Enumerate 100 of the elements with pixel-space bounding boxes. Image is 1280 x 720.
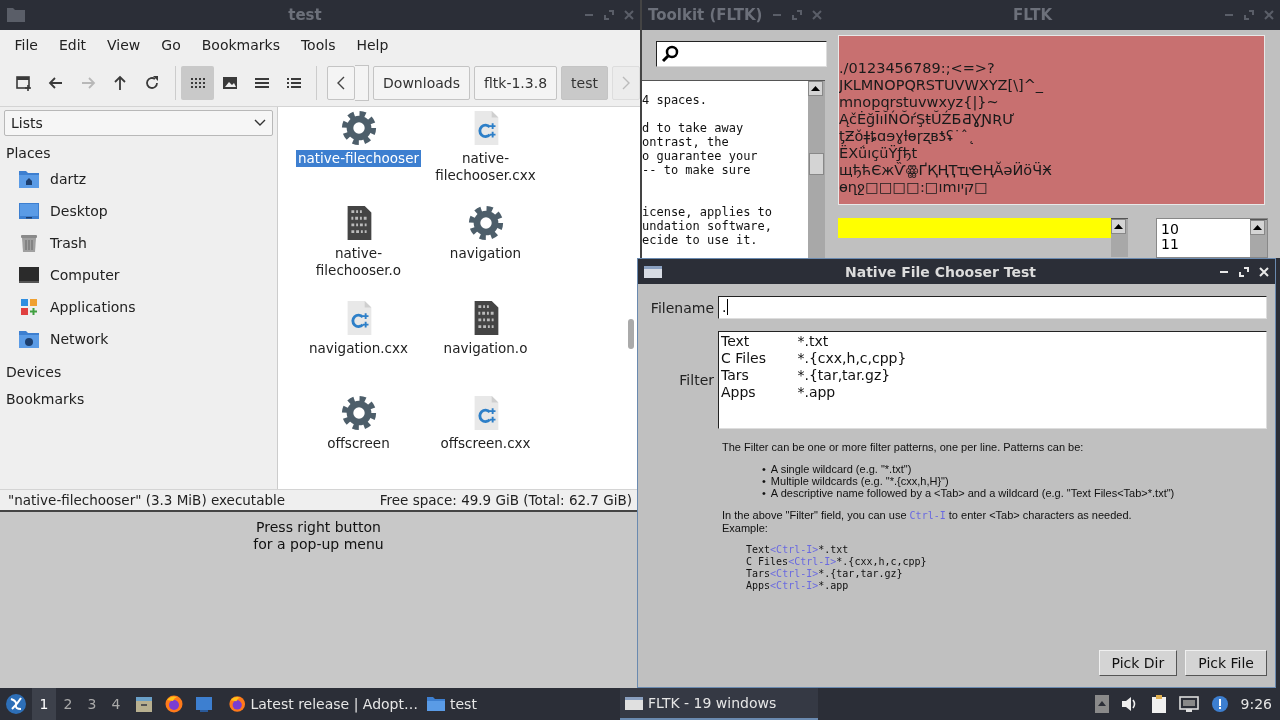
notification-icon[interactable]: [1210, 695, 1229, 713]
text-line: ontrast, the: [642, 135, 729, 149]
grid-view-icon: [189, 75, 206, 91]
list-view-icon: [253, 75, 270, 91]
network-icon[interactable]: [1178, 695, 1199, 713]
free-space: Free space: 49.9 GiB (Total: 62.7 GiB): [379, 492, 632, 508]
desktop-icon[interactable]: [194, 694, 214, 714]
filename-field[interactable]: .: [718, 296, 1267, 319]
scroll-up-icon[interactable]: [1114, 224, 1123, 229]
glyph-line: ɵղջ□□□□:□ımקיו□: [839, 179, 988, 195]
place-item[interactable]: Applications: [50, 299, 136, 315]
menu-item[interactable]: View: [96, 33, 151, 57]
place-item[interactable]: Trash: [50, 235, 87, 251]
menu-item[interactable]: Help: [345, 33, 399, 57]
window-title: Toolkit (FLTK): [648, 6, 763, 24]
gear-icon: [466, 204, 505, 242]
example-line: Text<Ctrl-I>*.txt: [746, 544, 849, 555]
path-button[interactable]: Downloads: [373, 66, 470, 100]
place-item[interactable]: Computer: [50, 267, 120, 283]
glyph-line: ĄčĖğĪıĬŃŎŕŞŧŬŹƂƋƔƝƦƯ: [839, 111, 1015, 127]
place-item[interactable]: Network: [50, 331, 109, 347]
help-text: The Filter can be one or more filter patterns, one per line. Patterns can be:: [722, 441, 1085, 453]
menu-item[interactable]: Edit: [48, 33, 97, 57]
workspace-button[interactable]: 2: [56, 688, 80, 720]
file-name[interactable]: native-filechooser: [296, 150, 421, 167]
home-folder-icon: [18, 169, 40, 189]
window-title: test: [288, 6, 322, 24]
search-icon: [661, 45, 679, 63]
section-heading: Places: [5, 144, 52, 163]
hint-text: Press right button for a pop-up menu: [253, 519, 384, 554]
dialog-button[interactable]: Pick File: [1185, 650, 1267, 676]
browser-icon[interactable]: [228, 694, 247, 714]
side-pane-dropdown[interactable]: Lists: [4, 110, 273, 136]
menu-item[interactable]: Tools: [290, 33, 346, 57]
section-heading: Devices: [5, 363, 63, 382]
file-name[interactable]: offscreen: [325, 435, 392, 452]
monitor-icon: [18, 265, 40, 285]
scroll-up-icon[interactable]: [1253, 225, 1262, 230]
path-button[interactable]: test: [561, 66, 608, 100]
scrollbar-thumb[interactable]: [628, 319, 634, 349]
text-line: icense, applies to: [642, 205, 773, 219]
new-window-icon: [16, 75, 33, 91]
place-item[interactable]: Desktop: [50, 203, 108, 219]
browser-icon[interactable]: [164, 694, 184, 714]
scrollbar[interactable]: [1250, 219, 1267, 257]
toolbar-button[interactable]: [181, 66, 214, 100]
file-cabinet-icon[interactable]: [134, 694, 154, 714]
scrollbar[interactable]: [1111, 218, 1128, 257]
example-line: Apps<Ctrl-I>*.app: [746, 580, 849, 591]
text-line: undation software,: [642, 219, 773, 233]
file-name[interactable]: navigation: [447, 245, 524, 262]
workspace-button[interactable]: 3: [80, 688, 104, 720]
clipboard-icon[interactable]: [1150, 694, 1167, 714]
popup-area[interactable]: Press right button for a pop-up menu: [0, 510, 637, 688]
scrollbar[interactable]: [808, 80, 825, 258]
help-bullet: A descriptive name followed by a <Tab> and a wildcard (e.g. "Text Files<Tab>*.txt"): [770, 487, 1175, 499]
file-name[interactable]: native-filechooser.cxx: [422, 150, 549, 184]
help-bullet: Multiple wildcards (e.g. "*.{cxx,h,H}"): [770, 475, 949, 487]
taskbar-button[interactable]: FLTK - 19 windows: [620, 688, 818, 720]
glyph-line: ./0123456789:;<=>?: [839, 60, 995, 76]
applications-icon: [18, 297, 40, 317]
chevron-right-icon: [621, 76, 630, 90]
example-line: C Files<Ctrl-I>*.{cxx,h,c,cpp}: [746, 556, 927, 567]
trash-icon: [18, 233, 40, 253]
section-heading: Bookmarks: [5, 390, 86, 409]
back-arrow-icon: [48, 75, 65, 91]
help-bullet: A single wildcard (e.g. "*.txt"): [770, 463, 912, 475]
text-line: o guarantee your: [642, 149, 758, 163]
taskbar-button[interactable]: test: [422, 688, 620, 720]
taskbar-button[interactable]: Latest release | Adopt…: [224, 688, 422, 720]
search-field[interactable]: [656, 41, 827, 67]
menu-item[interactable]: Bookmarks: [191, 33, 291, 57]
file-name[interactable]: offscreen.cxx: [438, 435, 533, 452]
window-title: FLTK: [1012, 6, 1053, 24]
path-button[interactable]: fltk-1.3.8: [473, 66, 558, 100]
glyph-line: JKLMNOPQRSTUVWXYZ[\]^_: [839, 77, 1044, 93]
selection-info: "native-filechooser" (3.3 MiB) executable: [8, 492, 286, 508]
help-text: Example:: [722, 522, 769, 534]
dialog-button[interactable]: Pick Dir: [1098, 650, 1178, 676]
file-name[interactable]: navigation.o: [441, 340, 530, 357]
list-item[interactable]: 10: [1161, 222, 1246, 237]
file-name[interactable]: navigation.cxx: [307, 340, 410, 357]
menu-item[interactable]: Go: [150, 33, 192, 57]
window-icon: [644, 264, 662, 279]
filter-field[interactable]: Text *.txt C Files *.{cxx,h,c,cpp} Tars *.{tar,tar.gz} Apps *.app: [718, 331, 1267, 429]
place-item[interactable]: dartz: [50, 171, 87, 187]
input-field[interactable]: [838, 218, 1111, 238]
workspace-button[interactable]: 4: [104, 688, 128, 720]
glyph-line: mnopqrstuvwxyz{|}~: [839, 94, 999, 110]
workspace-button[interactable]: 1: [32, 688, 56, 720]
chevron-left-icon: [336, 76, 345, 90]
bullet-mark: •: [762, 475, 766, 487]
file-name[interactable]: native-filechooser.o: [295, 245, 422, 279]
bullet-mark: •: [762, 463, 766, 475]
scrollbar-thumb[interactable]: [809, 153, 824, 175]
glyph-line: щђћЄжѶꙮҐҚҢҬҵҼҢӐәӤӧӴӾ: [839, 162, 1052, 178]
menu-item[interactable]: File: [4, 33, 49, 57]
start-menu-icon[interactable]: [5, 693, 27, 715]
list-item[interactable]: 11: [1161, 237, 1246, 252]
scroll-up-icon[interactable]: [811, 86, 820, 91]
